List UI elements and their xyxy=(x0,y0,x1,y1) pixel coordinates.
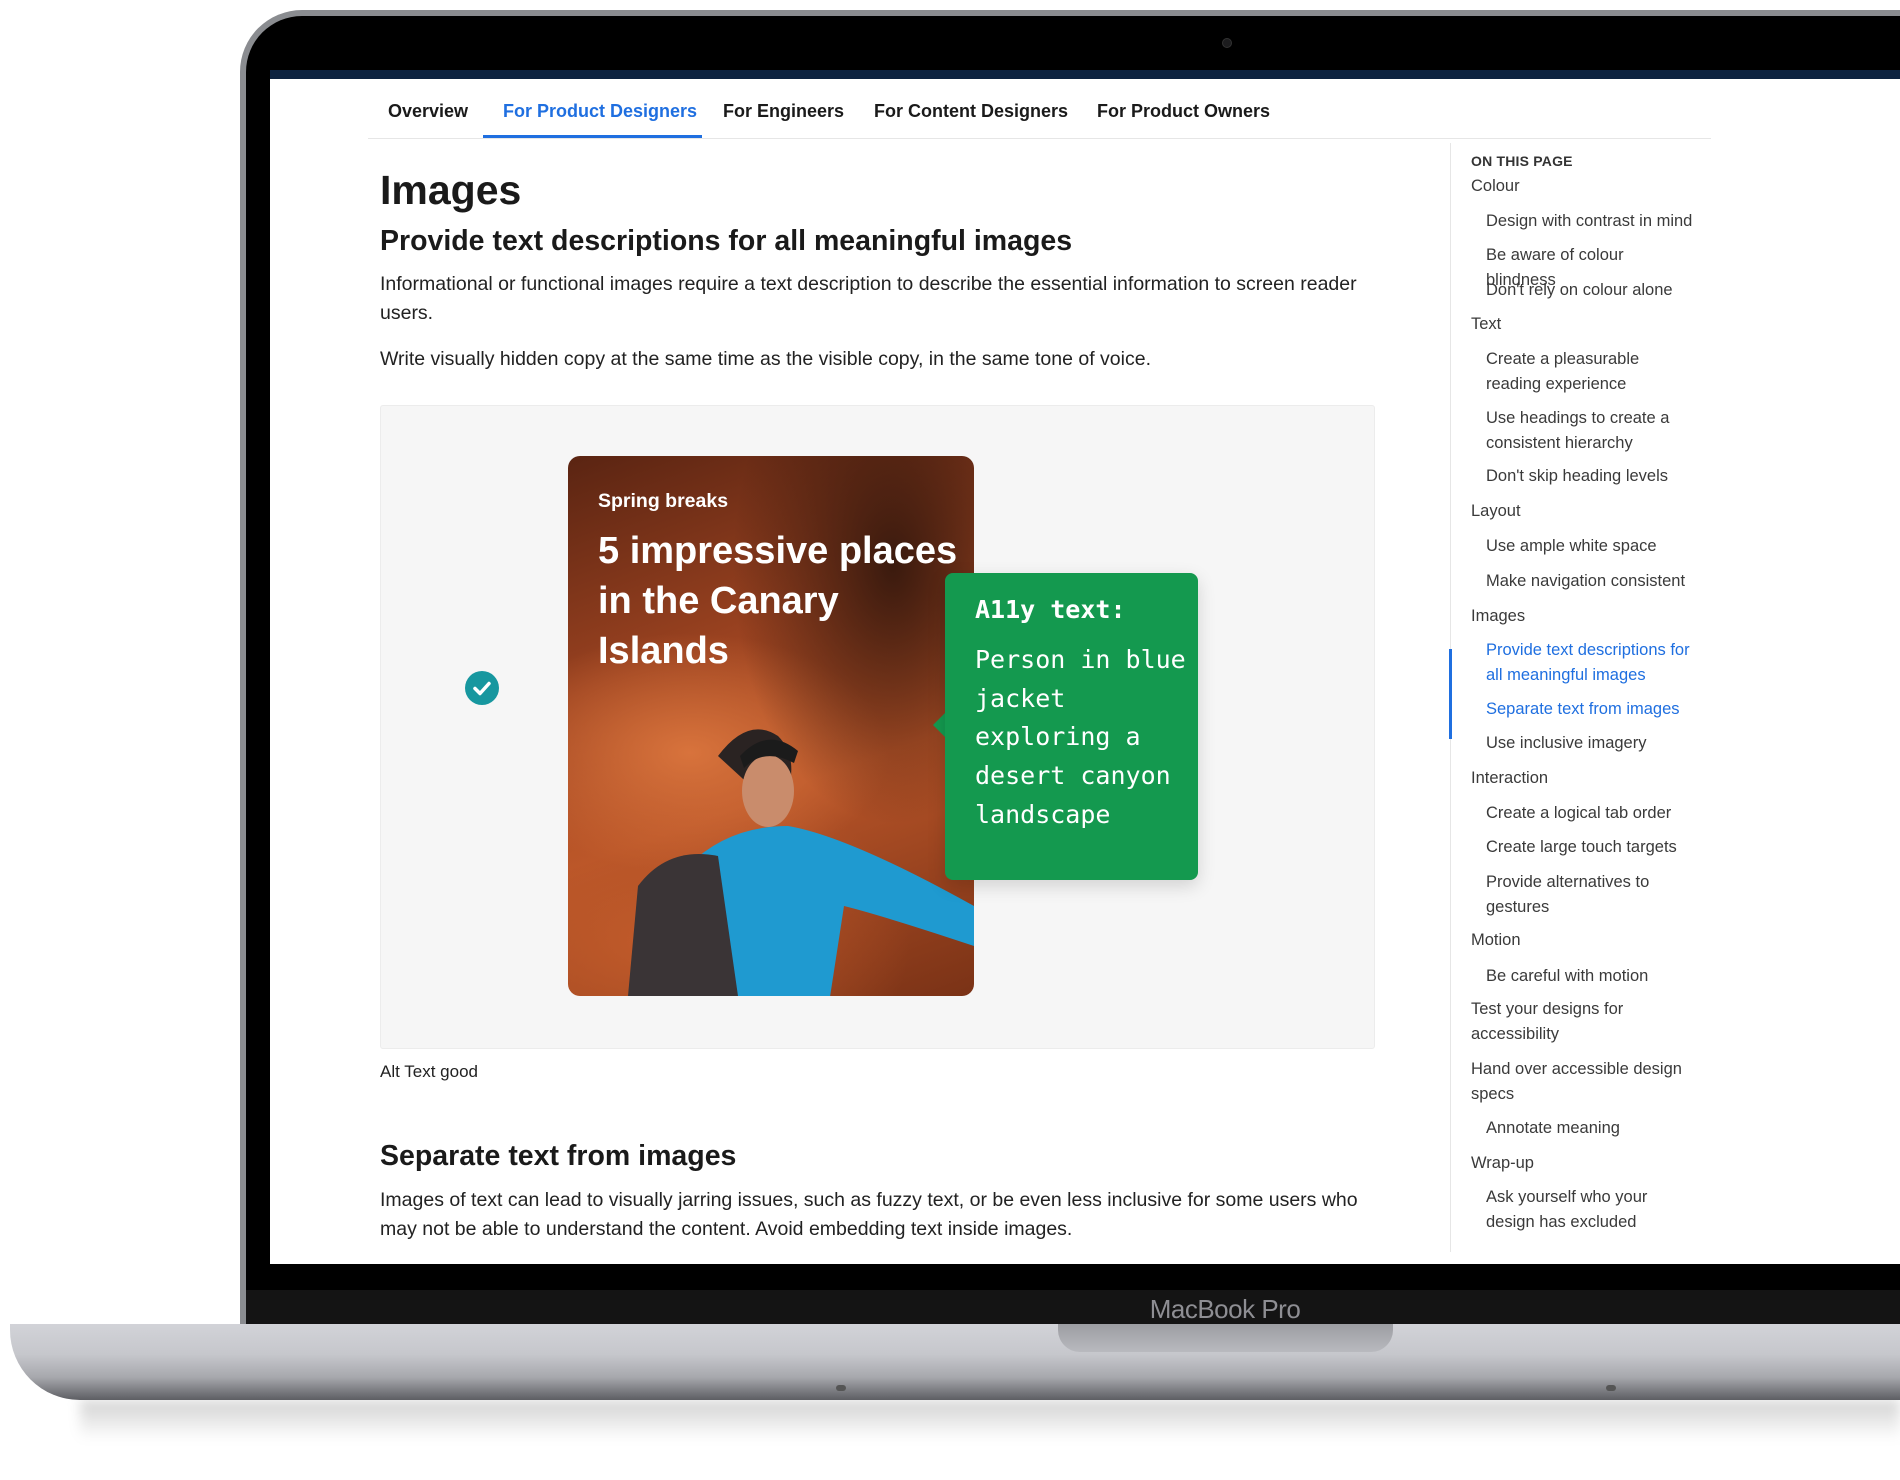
toc-item[interactable]: Hand over accessible design specs xyxy=(1471,1057,1693,1106)
toc-item[interactable]: Use ample white space xyxy=(1486,534,1696,559)
toc-item[interactable]: Don't skip heading levels xyxy=(1486,464,1696,489)
toc-item[interactable]: Create large touch targets xyxy=(1486,835,1696,860)
tab-product-owners[interactable]: For Product Owners xyxy=(1097,101,1270,122)
toc-item[interactable]: Provide alternatives to gestures xyxy=(1486,870,1696,919)
toc-item[interactable]: Create a pleasurable reading experience xyxy=(1486,347,1696,396)
screen: Overview For Product Designers For Engin… xyxy=(270,79,1900,1264)
toc-item[interactable]: Text xyxy=(1471,312,1693,337)
toc-item[interactable]: Colour xyxy=(1471,174,1693,199)
toc-title: ON THIS PAGE xyxy=(1471,153,1573,169)
toc-item[interactable]: Interaction xyxy=(1471,766,1693,791)
laptop-notch xyxy=(1058,1324,1393,1352)
toc-item[interactable]: Layout xyxy=(1471,499,1693,524)
toc-item[interactable]: Images xyxy=(1471,604,1693,629)
laptop-foot xyxy=(1606,1385,1616,1391)
toc-item[interactable]: Create a logical tab order xyxy=(1486,801,1696,826)
toc-item[interactable]: Use inclusive imagery xyxy=(1486,731,1696,756)
paragraph: Informational or functional images requi… xyxy=(380,273,1357,324)
toc-item[interactable]: Test your designs for accessibility xyxy=(1471,997,1693,1046)
toc-item[interactable]: Annotate meaning xyxy=(1486,1116,1696,1141)
paragraph: Images of text can lead to visually jarr… xyxy=(380,1189,1358,1240)
active-tab-indicator xyxy=(483,135,702,138)
tabs-divider xyxy=(368,138,1711,139)
camera-icon xyxy=(1222,38,1232,48)
tab-engineers[interactable]: For Engineers xyxy=(723,101,844,122)
toc-item[interactable]: Motion xyxy=(1471,928,1693,953)
card-title: 5 impressive places in the Canary Island… xyxy=(598,530,958,672)
a11y-text: Person in blue jacket exploring a desert… xyxy=(975,645,1186,829)
toc-item[interactable]: Ask yourself who your design has exclude… xyxy=(1486,1185,1696,1234)
laptop-chin xyxy=(246,1290,1900,1326)
tab-content-designers[interactable]: For Content Designers xyxy=(874,101,1068,122)
toc-item[interactable]: Wrap-up xyxy=(1471,1151,1693,1176)
toc-item[interactable]: Be careful with motion xyxy=(1486,964,1696,989)
a11y-text-callout: A11y text: Person in blue jacket explori… xyxy=(945,573,1198,880)
page-title: Images xyxy=(380,167,522,213)
check-circle-icon xyxy=(465,671,499,705)
laptop-base xyxy=(10,1324,1900,1400)
laptop-shadow xyxy=(80,1400,1900,1440)
paragraph: Write visually hidden copy at the same t… xyxy=(380,348,1151,370)
section-heading: Provide text descriptions for all meanin… xyxy=(380,225,1073,257)
section-heading: Separate text from images xyxy=(380,1140,737,1172)
image-caption: Alt Text good xyxy=(380,1062,478,1081)
toc-item[interactable]: Make navigation consistent xyxy=(1486,569,1696,594)
toc-item[interactable]: Don't rely on colour alone xyxy=(1486,278,1696,303)
tab-product-designers[interactable]: For Product Designers xyxy=(503,101,697,122)
toc-item[interactable]: Design with contrast in mind xyxy=(1486,209,1696,234)
toc-item[interactable]: Use headings to create a consistent hier… xyxy=(1486,406,1696,455)
toc-active-indicator xyxy=(1449,649,1452,739)
toc-item[interactable]: Provide text descriptions for all meanin… xyxy=(1486,638,1696,687)
toc-item[interactable]: Separate text from images xyxy=(1486,697,1696,722)
a11y-label: A11y text: xyxy=(975,595,1126,624)
tab-overview[interactable]: Overview xyxy=(388,101,468,122)
callout-pointer xyxy=(933,713,945,737)
laptop-foot xyxy=(836,1385,846,1391)
example-card-image: Spring breaks 5 impressive places in the… xyxy=(568,456,974,996)
card-kicker: Spring breaks xyxy=(598,490,729,512)
brand-label: MacBook Pro xyxy=(1149,1294,1301,1324)
